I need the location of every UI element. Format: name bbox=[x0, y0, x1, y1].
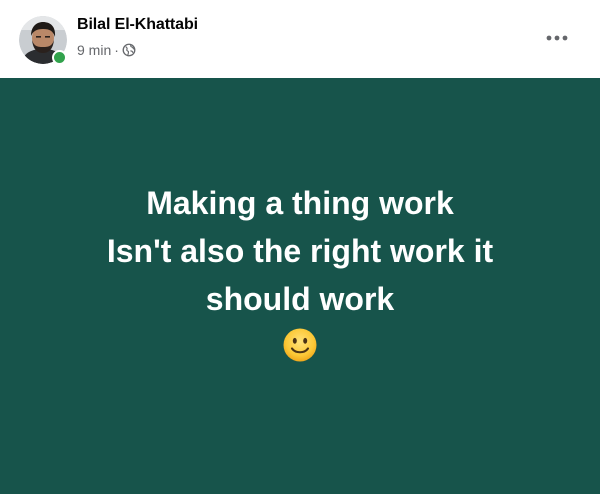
post-meta: 9 min · bbox=[77, 41, 136, 59]
post-text: Making a thing work Isn't also the right… bbox=[107, 179, 493, 363]
post-card: Bilal El-Khattabi 9 min · Making a thing… bbox=[0, 0, 600, 494]
online-status-dot bbox=[52, 50, 67, 65]
post-timestamp[interactable]: 9 min bbox=[77, 42, 111, 58]
author-avatar[interactable] bbox=[19, 16, 67, 65]
post-text-line: should work bbox=[205, 281, 395, 317]
more-horizontal-icon bbox=[546, 35, 568, 41]
post-text-line: Isn't also the right work it bbox=[106, 233, 494, 269]
globe-icon[interactable] bbox=[122, 43, 136, 57]
post-text-line: Making a thing work bbox=[146, 185, 454, 221]
author-name[interactable]: Bilal El-Khattabi bbox=[77, 16, 198, 34]
slightly-smiling-face-icon bbox=[283, 328, 317, 362]
post-background[interactable]: Making a thing work Isn't also the right… bbox=[0, 78, 600, 494]
meta-separator: · bbox=[114, 42, 119, 58]
more-options-button[interactable] bbox=[539, 22, 575, 54]
post-header: Bilal El-Khattabi 9 min · bbox=[0, 0, 600, 78]
